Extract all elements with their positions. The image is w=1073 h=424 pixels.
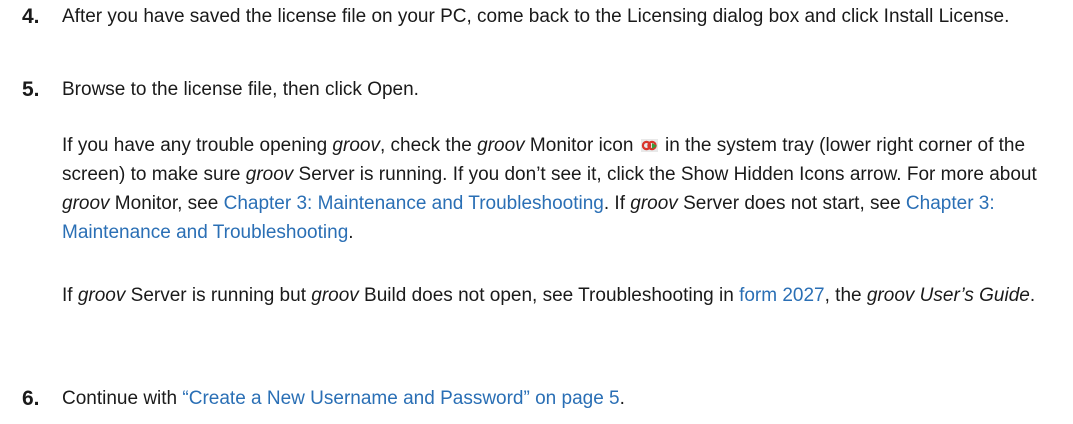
guide-title: groov User’s Guide — [866, 285, 1030, 306]
step-number: 5. — [22, 78, 40, 101]
step-number: 4. — [22, 5, 40, 28]
step-text: After you have saved the license file on… — [62, 6, 1010, 27]
product-name: groov — [77, 285, 126, 306]
document-page: 4. After you have saved the license file… — [0, 0, 1073, 424]
troubleshoot-paragraph: If you have any trouble opening groov, c… — [62, 135, 1037, 243]
chapter-3-link[interactable]: Chapter 3: Maintenance and Troubleshooti… — [224, 193, 604, 214]
form-2027-link[interactable]: form 2027 — [739, 285, 825, 306]
build-troubleshoot-paragraph: If groov Server is running but groov Bui… — [62, 285, 1036, 306]
product-name: groov — [630, 193, 678, 214]
product-name: groov — [245, 164, 294, 185]
product-name: groov — [477, 135, 525, 156]
step-text: Browse to the license file, then click O… — [62, 79, 419, 100]
step-text: Continue with “Create a New Username and… — [62, 388, 625, 409]
groov-monitor-icon — [640, 139, 658, 152]
product-name: groov — [332, 135, 380, 156]
create-username-link[interactable]: “Create a New Username and Password” on … — [182, 388, 619, 409]
product-name: groov — [311, 285, 359, 306]
product-name: groov — [62, 193, 110, 214]
step-number: 6. — [22, 387, 40, 410]
